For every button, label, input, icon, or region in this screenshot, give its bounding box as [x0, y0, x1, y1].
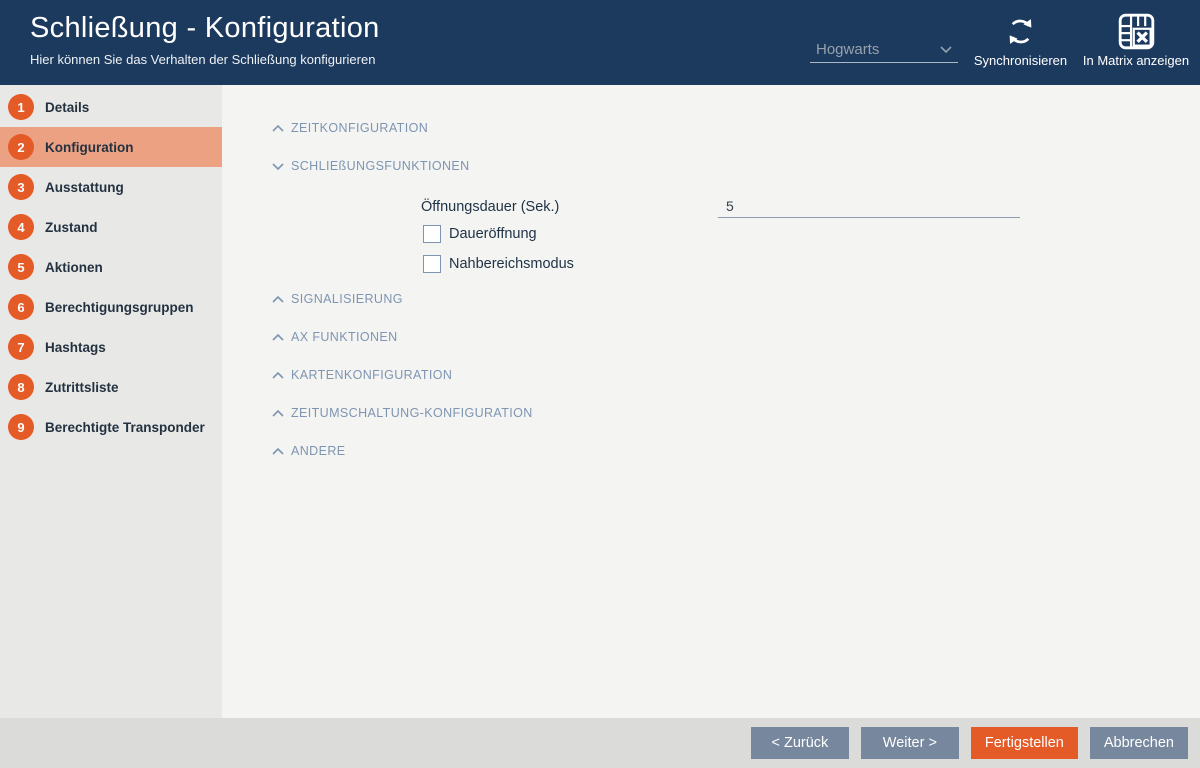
- chevron-up-icon: [272, 333, 284, 341]
- nahbereichsmodus-checkbox[interactable]: [423, 255, 441, 273]
- chevron-up-icon: [272, 124, 284, 132]
- daueroeffnung-label: Daueröffnung: [449, 226, 537, 242]
- section-schliessungsfunktionen[interactable]: SCHLIEßUNGSFUNKTIONEN: [272, 158, 1200, 174]
- page-subtitle: Hier können Sie das Verhalten der Schlie…: [30, 52, 376, 67]
- chevron-up-icon: [272, 295, 284, 303]
- lock-system-select[interactable]: Hogwarts: [810, 36, 958, 63]
- header: Schließung - Konfiguration Hier können S…: [0, 0, 1200, 85]
- step-number-badge: 6: [8, 294, 34, 320]
- sidebar-item-berechtigungsgruppen[interactable]: 6 Berechtigungsgruppen: [0, 287, 222, 327]
- step-number-badge: 4: [8, 214, 34, 240]
- chevron-down-icon: [940, 45, 952, 53]
- sidebar-item-ausstattung[interactable]: 3 Ausstattung: [0, 167, 222, 207]
- synchronize-button[interactable]: Synchronisieren: [968, 11, 1073, 68]
- page-title: Schließung - Konfiguration: [30, 12, 380, 44]
- step-number-badge: 5: [8, 254, 34, 280]
- sidebar-item-hashtags[interactable]: 7 Hashtags: [0, 327, 222, 367]
- step-number-badge: 3: [8, 174, 34, 200]
- step-number-badge: 2: [8, 134, 34, 160]
- sidebar-item-berechtigte-transponder[interactable]: 9 Berechtigte Transponder: [0, 407, 222, 447]
- schliessungsfunktionen-body: Öffnungsdauer (Sek.) Daueröffnung Nahber…: [272, 196, 1200, 273]
- next-button[interactable]: Weiter >: [860, 727, 959, 759]
- cancel-button[interactable]: Abbrechen: [1089, 727, 1188, 759]
- synchronize-label: Synchronisieren: [973, 53, 1068, 68]
- section-ax-funktionen[interactable]: AX FUNKTIONEN: [272, 329, 1200, 345]
- sync-icon: [968, 11, 1073, 51]
- matrix-icon: [1078, 11, 1194, 51]
- nahbereichsmodus-label: Nahbereichsmodus: [449, 256, 574, 272]
- section-signalisierung[interactable]: SIGNALISIERUNG: [272, 291, 1200, 307]
- chevron-up-icon: [272, 447, 284, 455]
- section-zeitumschaltung-konfiguration[interactable]: ZEITUMSCHALTUNG-KONFIGURATION: [272, 405, 1200, 421]
- opening-duration-label: Öffnungsdauer (Sek.): [421, 199, 560, 215]
- lock-system-select-value: Hogwarts: [816, 40, 880, 58]
- opening-duration-input[interactable]: [718, 196, 1020, 218]
- footer-bar: < Zurück Weiter > Fertigstellen Abbreche…: [0, 718, 1200, 768]
- finish-button[interactable]: Fertigstellen: [970, 727, 1078, 759]
- section-zeitkonfiguration[interactable]: ZEITKONFIGURATION: [272, 120, 1200, 136]
- show-in-matrix-label: In Matrix anzeigen: [1082, 53, 1190, 68]
- daueroeffnung-checkbox[interactable]: [423, 225, 441, 243]
- sidebar-item-details[interactable]: 1 Details: [0, 87, 222, 127]
- configuration-panel: ZEITKONFIGURATION SCHLIEßUNGSFUNKTIONEN …: [222, 85, 1200, 718]
- sidebar-item-zutrittsliste[interactable]: 8 Zutrittsliste: [0, 367, 222, 407]
- section-andere[interactable]: ANDERE: [272, 443, 1200, 459]
- step-number-badge: 1: [8, 94, 34, 120]
- sidebar-item-aktionen[interactable]: 5 Aktionen: [0, 247, 222, 287]
- back-button[interactable]: < Zurück: [750, 727, 849, 759]
- step-number-badge: 9: [8, 414, 34, 440]
- chevron-up-icon: [272, 409, 284, 417]
- chevron-up-icon: [272, 371, 284, 379]
- show-in-matrix-button[interactable]: In Matrix anzeigen: [1078, 11, 1194, 68]
- step-number-badge: 8: [8, 374, 34, 400]
- chevron-down-icon: [272, 162, 284, 170]
- step-number-badge: 7: [8, 334, 34, 360]
- wizard-sidebar: 1 Details 2 Konfiguration 3 Ausstattung …: [0, 85, 222, 718]
- sidebar-item-konfiguration[interactable]: 2 Konfiguration: [0, 127, 222, 167]
- section-kartenkonfiguration[interactable]: KARTENKONFIGURATION: [272, 367, 1200, 383]
- sidebar-item-zustand[interactable]: 4 Zustand: [0, 207, 222, 247]
